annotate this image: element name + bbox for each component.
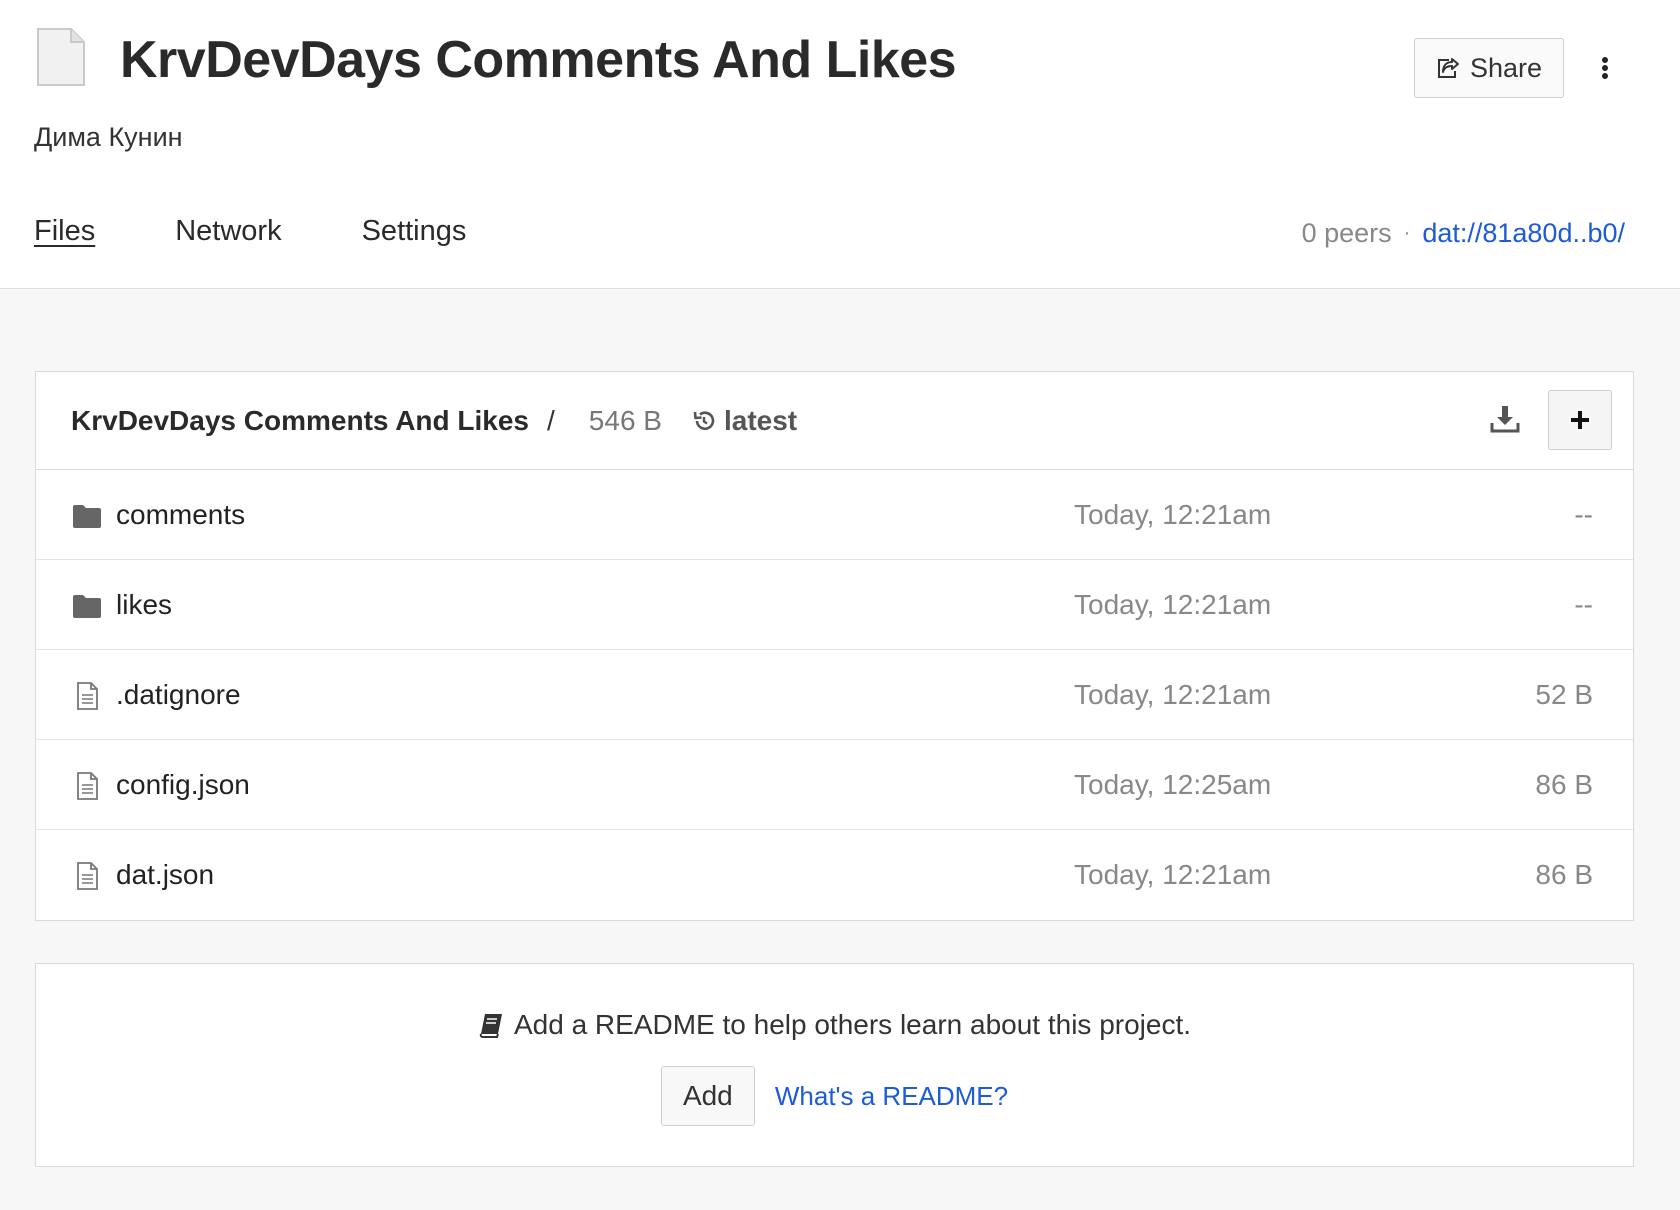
- breadcrumb-separator: /: [547, 404, 555, 436]
- readme-actions: Add What's a README?: [36, 1066, 1633, 1126]
- file-row-likes[interactable]: likes Today, 12:21am --: [36, 560, 1633, 650]
- file-size: 86 B: [1535, 769, 1593, 800]
- file-date: Today, 12:21am: [1074, 499, 1272, 530]
- archive-size: 546 B: [588, 404, 662, 436]
- file-name: config.json: [116, 769, 250, 800]
- readme-panel: Add a README to help others learn about …: [35, 963, 1634, 1167]
- file-size: --: [1574, 499, 1593, 530]
- file-text-icon: [77, 772, 98, 800]
- file-text-icon: [77, 682, 98, 710]
- history-icon: [693, 410, 715, 430]
- version-label: latest: [723, 404, 798, 436]
- peer-count: 0 peers: [1301, 218, 1392, 248]
- breadcrumb-root[interactable]: KrvDevDays Comments And Likes: [71, 405, 529, 437]
- file-date: Today, 12:21am: [1074, 589, 1272, 620]
- file-row-datignore[interactable]: .datignore Today, 12:21am 52 B: [36, 650, 1633, 740]
- file-date: Today, 12:21am: [1074, 679, 1272, 710]
- readme-prompt: Add a README to help others learn about …: [36, 1009, 1633, 1041]
- file-text-icon: [77, 862, 98, 890]
- file-name: .datignore: [116, 679, 241, 710]
- download-icon[interactable]: [1488, 402, 1522, 436]
- tab-settings[interactable]: Settings: [362, 215, 467, 248]
- book-icon: [479, 1014, 502, 1038]
- file-row-dat-json[interactable]: dat.json Today, 12:21am 86 B: [36, 830, 1633, 920]
- share-button[interactable]: Share: [1414, 38, 1564, 98]
- file-name: comments: [116, 499, 246, 530]
- file-size: --: [1574, 589, 1593, 620]
- file-size: 86 B: [1535, 859, 1593, 890]
- version-selector[interactable]: latest: [692, 405, 797, 437]
- folder-icon: [73, 505, 101, 528]
- share-icon: [1437, 58, 1459, 78]
- tab-files[interactable]: Files: [34, 215, 95, 248]
- tab-network[interactable]: Network: [175, 215, 281, 248]
- file-row-config-json[interactable]: config.json Today, 12:25am 86 B: [36, 740, 1633, 830]
- files-header: KrvDevDays Comments And Likes / 546 B la…: [36, 372, 1633, 470]
- tab-bar: Files Network Settings: [34, 215, 466, 248]
- files-panel: KrvDevDays Comments And Likes / 546 B la…: [35, 371, 1634, 921]
- file-name: dat.json: [116, 859, 215, 890]
- file-date: Today, 12:25am: [1074, 769, 1272, 800]
- readme-message: Add a README to help others learn about …: [513, 1009, 1192, 1040]
- vertical-dots-icon: [1602, 57, 1608, 79]
- whats-readme-link[interactable]: What's a README?: [775, 1081, 1008, 1112]
- add-file-button[interactable]: [1548, 390, 1612, 450]
- more-menu-button[interactable]: [1590, 48, 1620, 88]
- file-name: likes: [116, 589, 173, 620]
- file-row-comments[interactable]: comments Today, 12:21am --: [36, 470, 1633, 560]
- site-title: KrvDevDays Comments And Likes: [120, 31, 957, 89]
- site-owner: Дима Кунин: [34, 122, 183, 152]
- folder-icon: [73, 595, 101, 618]
- network-status: 0 peers · dat://81a80d..b0/: [1302, 218, 1625, 249]
- file-size: 52 B: [1535, 679, 1593, 710]
- add-readme-button[interactable]: Add: [660, 1066, 755, 1126]
- share-label: Share: [1469, 52, 1543, 83]
- site-header: KrvDevDays Comments And Likes Дима Кунин…: [0, 0, 1680, 289]
- dat-url-link[interactable]: dat://81a80d..b0/: [1422, 218, 1625, 249]
- plus-icon: [1571, 411, 1589, 429]
- separator-dot: ·: [1403, 222, 1411, 244]
- file-date: Today, 12:21am: [1074, 859, 1272, 890]
- document-icon: [37, 28, 85, 86]
